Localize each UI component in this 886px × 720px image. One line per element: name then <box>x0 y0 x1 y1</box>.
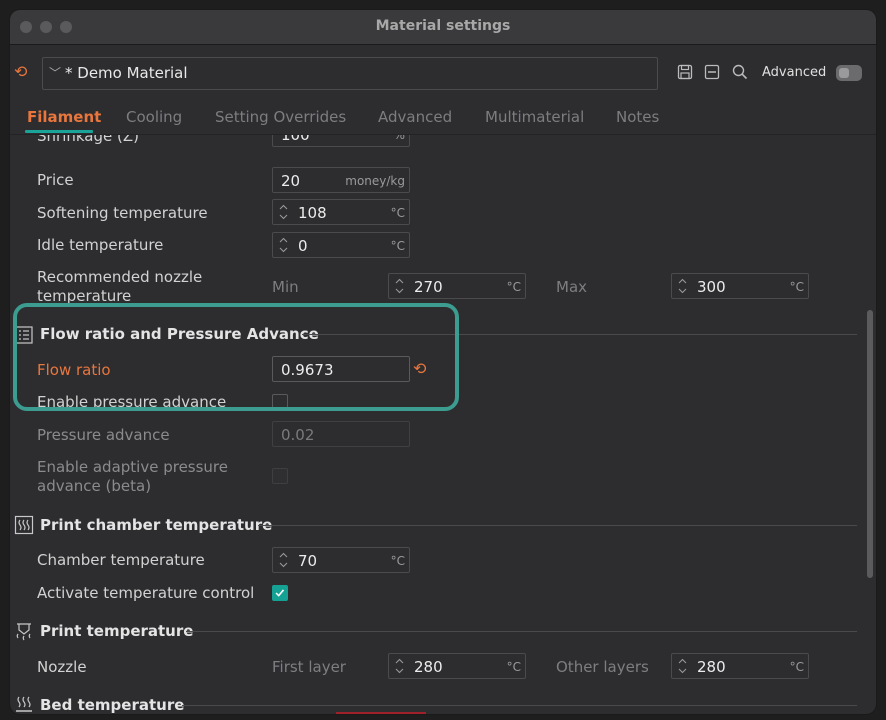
advanced-mode-toggle[interactable] <box>836 65 862 81</box>
vertical-scrollbar[interactable] <box>867 310 873 578</box>
idle-temperature-label: Idle temperature <box>37 236 164 254</box>
bed-heat-icon <box>16 696 32 712</box>
first-layer-label: First layer <box>272 658 346 676</box>
tab-filament[interactable]: Filament <box>27 108 101 126</box>
nozzle-max-field[interactable]: 300 °C <box>671 273 809 299</box>
tab-advanced[interactable]: Advanced <box>378 108 452 126</box>
spin-arrows-icon[interactable] <box>677 277 688 295</box>
adaptive-pressure-label-line1: Enable adaptive pressure <box>37 458 229 476</box>
window-title: Material settings <box>375 18 511 34</box>
spin-arrows-icon[interactable] <box>278 203 289 221</box>
tab-cooling[interactable]: Cooling <box>126 108 182 126</box>
section-bed-temperature-title: Bed temperature <box>40 696 185 714</box>
shrinkage-field[interactable]: 100 % <box>272 135 410 147</box>
background-red-line <box>336 712 426 714</box>
pressure-advance-field[interactable]: 0.02 <box>272 421 410 447</box>
first-layer-nozzle-field[interactable]: 280 °C <box>388 653 526 679</box>
activate-temperature-label: Activate temperature control <box>37 584 255 602</box>
chamber-temperature-label: Chamber temperature <box>37 551 205 569</box>
softening-temperature-label: Softening temperature <box>37 204 208 222</box>
section-divider <box>186 631 857 632</box>
softening-temperature-field[interactable]: 108 °C <box>272 199 410 225</box>
activate-temperature-checkbox[interactable] <box>272 585 288 601</box>
section-print-temperature-title: Print temperature <box>40 622 194 640</box>
delete-preset-icon[interactable] <box>704 64 720 80</box>
spin-arrows-icon[interactable] <box>394 277 405 295</box>
nozzle-min-field[interactable]: 270 °C <box>388 273 526 299</box>
spin-arrows-icon[interactable] <box>278 551 289 569</box>
idle-temperature-field[interactable]: 0 °C <box>272 232 410 258</box>
tab-notes[interactable]: Notes <box>616 108 659 126</box>
highlight-callout <box>13 303 459 411</box>
chevron-down-icon: ﹀ <box>49 66 62 80</box>
nozzle-min-label: Min <box>272 278 299 296</box>
adaptive-pressure-label-line2: advance (beta) <box>37 477 152 495</box>
pressure-advance-label: Pressure advance <box>37 426 170 444</box>
preset-name: * Demo Material <box>65 64 188 82</box>
price-label: Price <box>37 171 74 189</box>
chamber-heat-icon <box>14 515 34 535</box>
tab-multimaterial[interactable]: Multimaterial <box>485 108 584 126</box>
spin-arrows-icon[interactable] <box>677 657 688 675</box>
section-chamber-title: Print chamber temperature <box>40 516 273 534</box>
spin-arrows-icon[interactable] <box>394 657 405 675</box>
reset-preset-icon[interactable]: ⟲ <box>14 64 27 80</box>
nozzle-label: Nozzle <box>37 658 87 676</box>
shrinkage-label: Shrinkage (Z) <box>37 135 139 145</box>
section-divider <box>258 525 857 526</box>
other-layers-nozzle-field[interactable]: 280 °C <box>671 653 809 679</box>
recommended-nozzle-label-line1: Recommended nozzle <box>37 268 203 286</box>
price-field[interactable]: 20 money/kg <box>272 167 410 193</box>
section-divider <box>182 705 857 706</box>
save-icon[interactable] <box>677 64 693 80</box>
checkmark-icon <box>275 589 285 597</box>
nozzle-heat-icon <box>16 623 31 641</box>
chamber-temperature-field[interactable]: 70 °C <box>272 547 410 573</box>
settings-scroll-area[interactable]: Shrinkage (Z) 100 % Price 20 money/kg So… <box>10 135 876 714</box>
search-icon[interactable] <box>732 64 748 80</box>
advanced-mode-label: Advanced <box>762 65 827 80</box>
tab-setting-overrides[interactable]: Setting Overrides <box>215 108 346 126</box>
nozzle-max-label: Max <box>556 278 588 296</box>
other-layers-label: Other layers <box>556 658 649 676</box>
adaptive-pressure-checkbox[interactable] <box>272 468 288 484</box>
active-tab-indicator <box>25 130 93 133</box>
preset-dropdown[interactable]: ﹀ * Demo Material <box>42 57 658 90</box>
title-bar: Material settings <box>10 10 876 45</box>
spin-arrows-icon[interactable] <box>278 236 289 254</box>
